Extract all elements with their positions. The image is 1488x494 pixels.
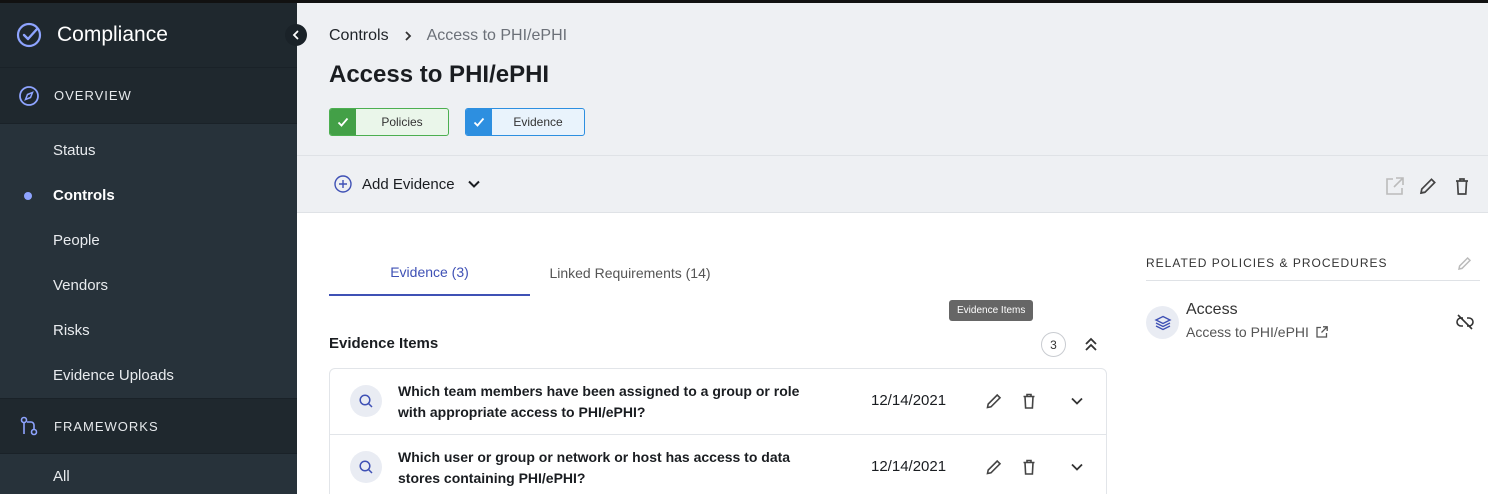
evidence-item[interactable]: Which user or group or network or host h… (330, 434, 1106, 494)
pencil-icon[interactable] (984, 391, 1004, 411)
external-link-icon (1316, 326, 1328, 338)
check-icon (330, 109, 356, 135)
sidebar-item-label: Controls (53, 187, 115, 204)
evidence-status-chip[interactable]: Evidence (465, 108, 585, 136)
policies-status-chip[interactable]: Policies (329, 108, 449, 136)
active-indicator (24, 191, 32, 200)
frameworks-label: FRAMEWORKS (54, 418, 159, 434)
divider (1146, 280, 1480, 281)
chip-label: Evidence (513, 115, 563, 129)
sidebar-section-overview[interactable]: OVERVIEW (0, 68, 297, 124)
frameworks-nav: All (0, 454, 297, 494)
sidebar-item-controls[interactable]: Controls (0, 173, 297, 218)
sidebar-item-label: All (53, 468, 70, 485)
breadcrumb-current: Access to PHI/ePHI (426, 27, 568, 44)
sidebar-item-risks[interactable]: Risks (0, 308, 297, 353)
sidebar-brand: Compliance (0, 3, 297, 68)
sidebar-item-label: Risks (53, 322, 90, 339)
sidebar-item-people[interactable]: People (0, 218, 297, 263)
chevron-right-icon (404, 31, 411, 41)
tab-evidence[interactable]: Evidence (3) (329, 249, 530, 296)
chevron-down-icon[interactable] (467, 179, 481, 189)
search-icon (350, 385, 382, 417)
sidebar-item-status[interactable]: Status (0, 128, 297, 173)
sidebar-item-evidence-uploads[interactable]: Evidence Uploads (0, 353, 297, 398)
search-icon (350, 451, 382, 483)
trash-icon[interactable] (1019, 391, 1039, 411)
overview-nav: Status Controls People Vendors Risks Evi… (0, 124, 297, 398)
layers-icon (1146, 306, 1179, 339)
policy-subtitle: Access to PHI/ePHI (1186, 324, 1309, 340)
chevrons-up-icon[interactable] (1080, 333, 1102, 355)
overview-label: OVERVIEW (54, 88, 132, 103)
evidence-item[interactable]: Which team members have been assigned to… (330, 369, 1106, 434)
breadcrumb-controls-link[interactable]: Controls (329, 27, 389, 45)
evidence-date: 12/14/2021 (871, 392, 947, 409)
external-link-icon[interactable] (1384, 175, 1406, 197)
evidence-list: Which team members have been assigned to… (329, 368, 1107, 494)
sidebar-item-all[interactable]: All (0, 454, 297, 494)
page-title: Access to PHI/ePHI (329, 61, 550, 88)
plus-circle-icon (334, 175, 352, 193)
git-branch-icon (20, 416, 38, 436)
check-icon (466, 109, 492, 135)
sidebar-item-label: People (53, 232, 100, 249)
chevron-left-icon (292, 30, 299, 40)
evidence-items-heading: Evidence Items (329, 335, 439, 352)
sidebar-item-vendors[interactable]: Vendors (0, 263, 297, 308)
trash-icon[interactable] (1451, 175, 1473, 197)
trash-icon[interactable] (1019, 457, 1039, 477)
sidebar-item-label: Status (53, 142, 96, 159)
sidebar-item-label: Vendors (53, 277, 109, 294)
evidence-question: Which team members have been assigned to… (398, 383, 800, 420)
pencil-icon[interactable] (1417, 175, 1439, 197)
evidence-count-badge: 3 (1041, 332, 1066, 357)
evidence-date: 12/14/2021 (871, 458, 947, 475)
policy-name-link[interactable]: Access (1186, 301, 1238, 319)
sidebar-section-frameworks[interactable]: FRAMEWORKS (0, 398, 297, 454)
action-toolbar: Add Evidence (297, 156, 1488, 213)
collapse-sidebar-button[interactable] (285, 24, 307, 46)
chevron-down-icon[interactable] (1067, 391, 1087, 411)
related-policies-heading: RELATED POLICIES & PROCEDURES (1146, 256, 1388, 270)
pencil-icon[interactable] (984, 457, 1004, 477)
unlink-icon[interactable] (1455, 312, 1475, 332)
compass-icon (19, 85, 39, 106)
tab-linked-requirements[interactable]: Linked Requirements (14) (530, 249, 730, 296)
add-evidence-button[interactable]: Add Evidence (333, 174, 481, 194)
chevron-down-icon[interactable] (1067, 457, 1087, 477)
app-title: Compliance (57, 23, 168, 46)
tooltip: Evidence Items (949, 300, 1034, 321)
evidence-question: Which user or group or network or host h… (398, 449, 791, 486)
sidebar: Compliance OVERVIEW Status Controls Peop… (0, 3, 297, 494)
pencil-icon[interactable] (1456, 254, 1474, 272)
check-circle-icon (16, 22, 42, 48)
sidebar-item-label: Evidence Uploads (53, 367, 174, 384)
policy-control-link[interactable]: Access to PHI/ePHI (1186, 324, 1329, 340)
add-evidence-label: Add Evidence (362, 175, 455, 193)
content-tabs: Evidence (3) Linked Requirements (14) (329, 249, 1109, 296)
breadcrumb: Controls Access to PHI/ePHI (329, 27, 567, 45)
chip-label: Policies (381, 115, 423, 129)
page-header: Controls Access to PHI/ePHI Access to PH… (297, 3, 1488, 156)
